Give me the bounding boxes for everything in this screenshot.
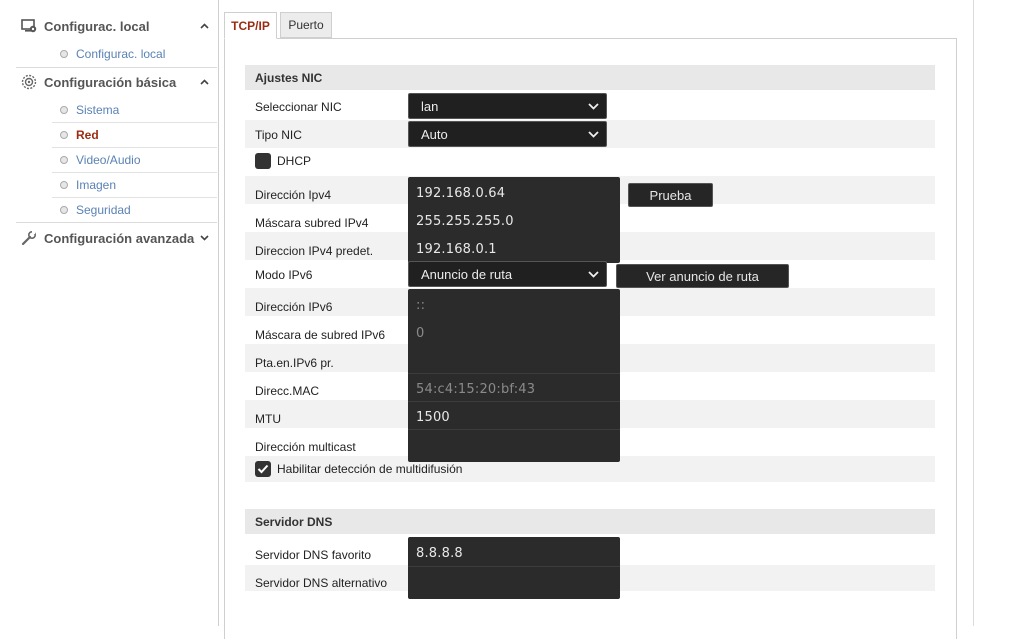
section-title: Configuración avanzada xyxy=(44,230,195,246)
select-nic-value: lan xyxy=(421,98,439,114)
sidebar-item-video-audio[interactable]: Video/Audio xyxy=(52,147,217,173)
ipv6-address-label: Dirección IPv6 xyxy=(255,300,333,314)
tab-tcp-ip[interactable]: TCP/IP xyxy=(224,12,277,39)
multicast-address-label: Dirección multicast xyxy=(255,440,356,454)
chevron-up-icon xyxy=(197,77,211,88)
preferred-dns-input[interactable]: 8.8.8.8 xyxy=(416,544,612,564)
bullet-icon xyxy=(60,155,68,164)
bullet-icon xyxy=(60,180,68,189)
bullet-icon xyxy=(60,205,68,214)
multicast-address-input[interactable] xyxy=(416,436,612,456)
sidebar: Configurac. local Configurac. local Conf… xyxy=(0,0,217,626)
divider xyxy=(408,429,620,430)
gear-icon xyxy=(20,73,38,91)
monitor-gear-icon xyxy=(20,17,38,35)
alternate-dns-label: Servidor DNS alternativo xyxy=(255,576,388,590)
ipv4-mask-label: Máscara subred IPv4 xyxy=(255,216,369,230)
divider xyxy=(408,566,620,567)
sidebar-divider xyxy=(218,0,219,626)
tab-port[interactable]: Puerto xyxy=(280,12,332,38)
alternate-dns-input[interactable] xyxy=(416,572,612,592)
section-header-nic: Ajustes NIC xyxy=(245,65,935,90)
view-route-advertisement-button[interactable]: Ver anuncio de ruta xyxy=(616,264,789,288)
bullet-icon xyxy=(60,105,68,114)
multicast-discovery-label: Habilitar detección de multidifusión xyxy=(277,462,463,476)
ipv6-mode-label: Modo IPv6 xyxy=(255,268,313,282)
sidebar-item-label: Imagen xyxy=(76,177,117,192)
test-button[interactable]: Prueba xyxy=(628,183,713,207)
section-advanced-config[interactable]: Configuración avanzada xyxy=(20,225,217,251)
ipv6-address-input[interactable]: :: xyxy=(416,296,612,316)
section-title: Configuración básica xyxy=(44,74,177,90)
checkmark-icon xyxy=(257,464,269,474)
sidebar-item-system[interactable]: Sistema xyxy=(52,97,217,123)
mtu-input[interactable]: 1500 xyxy=(416,408,612,428)
ipv4-gateway-label: Direccion IPv4 predet. xyxy=(255,244,374,258)
sidebar-item-network[interactable]: Red xyxy=(52,122,217,148)
page-border xyxy=(973,0,974,626)
section-basic-config[interactable]: Configuración básica xyxy=(20,69,217,95)
chevron-down-icon xyxy=(197,233,211,244)
select-nic-label: Seleccionar NIC xyxy=(255,100,342,114)
sidebar-item-image[interactable]: Imagen xyxy=(52,172,217,198)
divider xyxy=(408,401,620,402)
chevron-down-icon xyxy=(580,102,606,110)
multicast-discovery-checkbox[interactable] xyxy=(255,461,271,477)
wrench-icon xyxy=(20,229,38,247)
chevron-up-icon xyxy=(197,21,211,32)
nic-type-value: Auto xyxy=(421,126,448,142)
sidebar-item-security[interactable]: Seguridad xyxy=(52,197,217,222)
select-nic-dropdown[interactable]: lan xyxy=(408,93,607,119)
chevron-down-icon xyxy=(580,130,606,138)
ipv6-mode-value: Anuncio de ruta xyxy=(421,266,513,282)
ipv4-address-input[interactable]: 192.168.0.64 xyxy=(416,184,612,204)
divider xyxy=(16,222,217,223)
chevron-down-icon xyxy=(580,270,606,278)
section-header-dns: Servidor DNS xyxy=(245,509,935,534)
nic-type-dropdown[interactable]: Auto xyxy=(408,121,607,147)
ipv4-mask-input[interactable]: 255.255.255.0 xyxy=(416,212,612,232)
sidebar-item-label: Configurac. local xyxy=(76,46,166,61)
dhcp-label: DHCP xyxy=(277,154,312,168)
ipv4-gateway-input[interactable]: 192.168.0.1 xyxy=(416,240,612,260)
ipv6-mode-dropdown[interactable]: Anuncio de ruta xyxy=(408,261,607,287)
ipv6-gateway-input[interactable] xyxy=(416,352,612,372)
bullet-icon xyxy=(60,49,68,58)
mac-address-value: 54:c4:15:20:bf:43 xyxy=(416,382,536,397)
section-title: Configurac. local xyxy=(44,18,150,34)
nic-type-label: Tipo NIC xyxy=(255,128,302,142)
dhcp-checkbox[interactable] xyxy=(255,153,271,169)
preferred-dns-label: Servidor DNS favorito xyxy=(255,548,372,562)
divider xyxy=(408,373,620,374)
sidebar-item-local-config[interactable]: Configurac. local xyxy=(52,41,217,66)
bullet-icon xyxy=(60,130,68,139)
ipv4-address-label: Dirección Ipv4 xyxy=(255,188,332,202)
mtu-label: MTU xyxy=(255,412,281,426)
sidebar-item-label: Seguridad xyxy=(76,202,131,217)
sidebar-item-label: Video/Audio xyxy=(76,152,141,167)
divider xyxy=(16,67,217,68)
ipv6-mask-input[interactable]: 0 xyxy=(416,324,612,344)
ipv6-mask-label: Máscara de subred IPv6 xyxy=(255,328,386,342)
mac-address-label: Direcc.MAC xyxy=(255,384,320,398)
sidebar-item-label: Sistema xyxy=(76,102,120,117)
ipv6-gateway-label: Pta.en.IPv6 pr. xyxy=(255,356,334,370)
section-local-config[interactable]: Configurac. local xyxy=(20,13,217,39)
sidebar-item-label: Red xyxy=(76,127,99,142)
